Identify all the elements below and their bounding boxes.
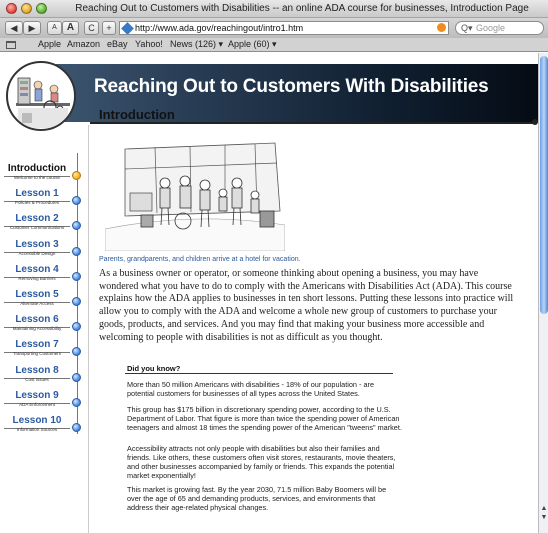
rss-icon[interactable] bbox=[437, 23, 446, 32]
lesson-dot-icon[interactable] bbox=[72, 423, 81, 432]
bookmark-apple[interactable]: Apple bbox=[38, 39, 61, 49]
forward-button[interactable]: ▶ bbox=[23, 21, 41, 35]
scroll-up-arrow[interactable]: ▲ bbox=[540, 505, 548, 513]
back-button[interactable]: ◀ bbox=[5, 21, 23, 35]
nav-item-subtitle: Welcome to the course bbox=[14, 175, 60, 180]
nav-item-lesson-4[interactable]: Lesson 4 Removing Barriers bbox=[0, 264, 88, 286]
url-field[interactable]: http://www.ada.gov/reachingout/intro1.ht… bbox=[119, 21, 449, 35]
page-heading: Introduction bbox=[99, 107, 175, 122]
nav-item-subtitle: Accessible Design bbox=[18, 250, 56, 256]
nav-item-title[interactable]: Lesson 6 bbox=[0, 314, 74, 325]
browser-toolbar: ◀ ▶ A A C + http://www.ada.gov/reachingo… bbox=[0, 18, 548, 38]
close-window-button[interactable] bbox=[6, 3, 17, 14]
bookmark-news-folder[interactable]: News (126) ▾ bbox=[170, 39, 223, 50]
nav-item-title[interactable]: Lesson 9 bbox=[0, 390, 74, 401]
window-title-bar: Reaching Out to Customers with Disabilit… bbox=[0, 0, 548, 18]
nav-item-title[interactable]: Lesson 5 bbox=[0, 289, 74, 300]
nav-item-lesson-3[interactable]: Lesson 3 Accessible Design bbox=[0, 239, 88, 261]
heading-rule bbox=[90, 122, 536, 124]
scroll-down-arrow[interactable]: ▼ bbox=[540, 514, 548, 522]
nav-item-title[interactable]: Lesson 8 bbox=[0, 365, 74, 376]
course-logo bbox=[6, 61, 76, 131]
text-larger-button[interactable]: A bbox=[62, 21, 79, 35]
did-you-know-fact-1: More than 50 million Americans with disa… bbox=[127, 380, 375, 398]
text-smaller-button[interactable]: A bbox=[47, 21, 62, 35]
lesson-dot-icon[interactable] bbox=[72, 372, 81, 382]
nav-item-subtitle: Cost Issues bbox=[25, 376, 49, 382]
nav-item-subtitle: Removing Barriers bbox=[18, 275, 56, 281]
nav-item-title[interactable]: Lesson 2 bbox=[0, 213, 74, 224]
add-bookmark-button[interactable]: + bbox=[102, 21, 116, 35]
minimize-window-button[interactable] bbox=[21, 3, 32, 14]
active-lesson-dot-icon[interactable] bbox=[72, 171, 81, 180]
bookmark-ebay[interactable]: eBay bbox=[107, 39, 128, 49]
zoom-window-button[interactable] bbox=[36, 3, 47, 14]
vertical-scrollbar[interactable]: ▲ ▼ bbox=[538, 53, 548, 533]
nav-item-title[interactable]: Introduction bbox=[0, 163, 74, 174]
window-title: Reaching Out to Customers with Disabilit… bbox=[75, 3, 529, 14]
lesson-dot-icon[interactable] bbox=[72, 196, 81, 206]
did-you-know-fact-3: Accessibility attracts not only people w… bbox=[127, 444, 396, 480]
nav-item-lesson-2[interactable]: Lesson 2 Customer Communications bbox=[0, 213, 88, 235]
hotel-arrival-illustration bbox=[104, 141, 286, 252]
search-placeholder: Google bbox=[476, 23, 506, 33]
nav-item-title[interactable]: Lesson 7 bbox=[0, 339, 74, 350]
nav-item-title[interactable]: Lesson 10 bbox=[0, 415, 74, 426]
bookmarks-book-icon[interactable] bbox=[6, 41, 16, 49]
search-field[interactable]: Q▾ Google bbox=[455, 21, 544, 35]
did-you-know-fact-2: This group has $175 billion in discretio… bbox=[127, 405, 402, 432]
content-divider bbox=[88, 125, 89, 533]
lesson-dot-icon[interactable] bbox=[72, 322, 81, 332]
banner-title: Reaching Out to Customers With Disabilit… bbox=[94, 76, 489, 97]
nav-item-lesson-1[interactable]: Lesson 1 Policies & Procedures bbox=[0, 188, 88, 210]
bookmark-amazon[interactable]: Amazon bbox=[67, 39, 100, 49]
reload-button[interactable]: C bbox=[84, 21, 99, 35]
search-icon: Q▾ bbox=[461, 23, 473, 33]
nav-item-introduction[interactable]: Introduction Welcome to the course bbox=[0, 163, 88, 185]
lesson-dot-icon[interactable] bbox=[72, 271, 81, 281]
nav-item-subtitle: Customer Communications bbox=[9, 225, 65, 231]
nav-item-subtitle: Transporting Customers bbox=[12, 351, 62, 357]
nav-item-subtitle: Maintaining Accessibility bbox=[12, 326, 62, 332]
nav-item-title[interactable]: Lesson 3 bbox=[0, 239, 74, 250]
intro-paragraph: As a business owner or operator, or some… bbox=[99, 268, 514, 343]
lesson-dot-icon[interactable] bbox=[72, 397, 81, 407]
nav-item-lesson-10[interactable]: Lesson 10 Information Sources bbox=[0, 415, 88, 437]
nav-item-title[interactable]: Lesson 4 bbox=[0, 264, 74, 275]
lesson-dot-icon[interactable] bbox=[72, 246, 81, 256]
bookmark-yahoo[interactable]: Yahoo! bbox=[135, 39, 163, 49]
nav-item-lesson-7[interactable]: Lesson 7 Transporting Customers bbox=[0, 339, 88, 361]
nav-item-subtitle: Information Sources bbox=[16, 427, 58, 432]
page-content: Reaching Out to Customers With Disabilit… bbox=[0, 53, 538, 533]
nav-item-lesson-5[interactable]: Lesson 5 Alternate Access bbox=[0, 289, 88, 311]
bookmark-apple-folder[interactable]: Apple (60) ▾ bbox=[228, 39, 277, 50]
lesson-dot-icon[interactable] bbox=[72, 347, 81, 357]
nav-item-lesson-9[interactable]: Lesson 9 ADA Enforcement bbox=[0, 390, 88, 412]
lesson-dot-icon[interactable] bbox=[72, 297, 81, 306]
nav-item-subtitle: ADA Enforcement bbox=[19, 401, 55, 407]
did-you-know-rule bbox=[125, 373, 393, 374]
url-text: http://www.ada.gov/reachingout/intro1.ht… bbox=[135, 23, 304, 33]
nav-item-lesson-6[interactable]: Lesson 6 Maintaining Accessibility bbox=[0, 314, 88, 336]
did-you-know-fact-4: This market is growing fast. By the year… bbox=[127, 485, 387, 512]
lesson-dot-icon[interactable] bbox=[72, 221, 81, 231]
nav-item-lesson-8[interactable]: Lesson 8 Cost Issues bbox=[0, 365, 88, 387]
site-icon bbox=[121, 22, 134, 34]
scrollbar-thumb[interactable] bbox=[540, 56, 548, 314]
nav-item-subtitle: Policies & Procedures bbox=[14, 200, 60, 206]
did-you-know-title: Did you know? bbox=[127, 364, 181, 373]
illustration-caption: Parents, grandparents, and children arri… bbox=[99, 256, 301, 263]
nav-item-subtitle: Alternate Access bbox=[20, 301, 54, 306]
nav-item-title[interactable]: Lesson 1 bbox=[0, 188, 74, 199]
bookmarks-bar: Apple Amazon eBay Yahoo! News (126) ▾ Ap… bbox=[0, 38, 548, 52]
